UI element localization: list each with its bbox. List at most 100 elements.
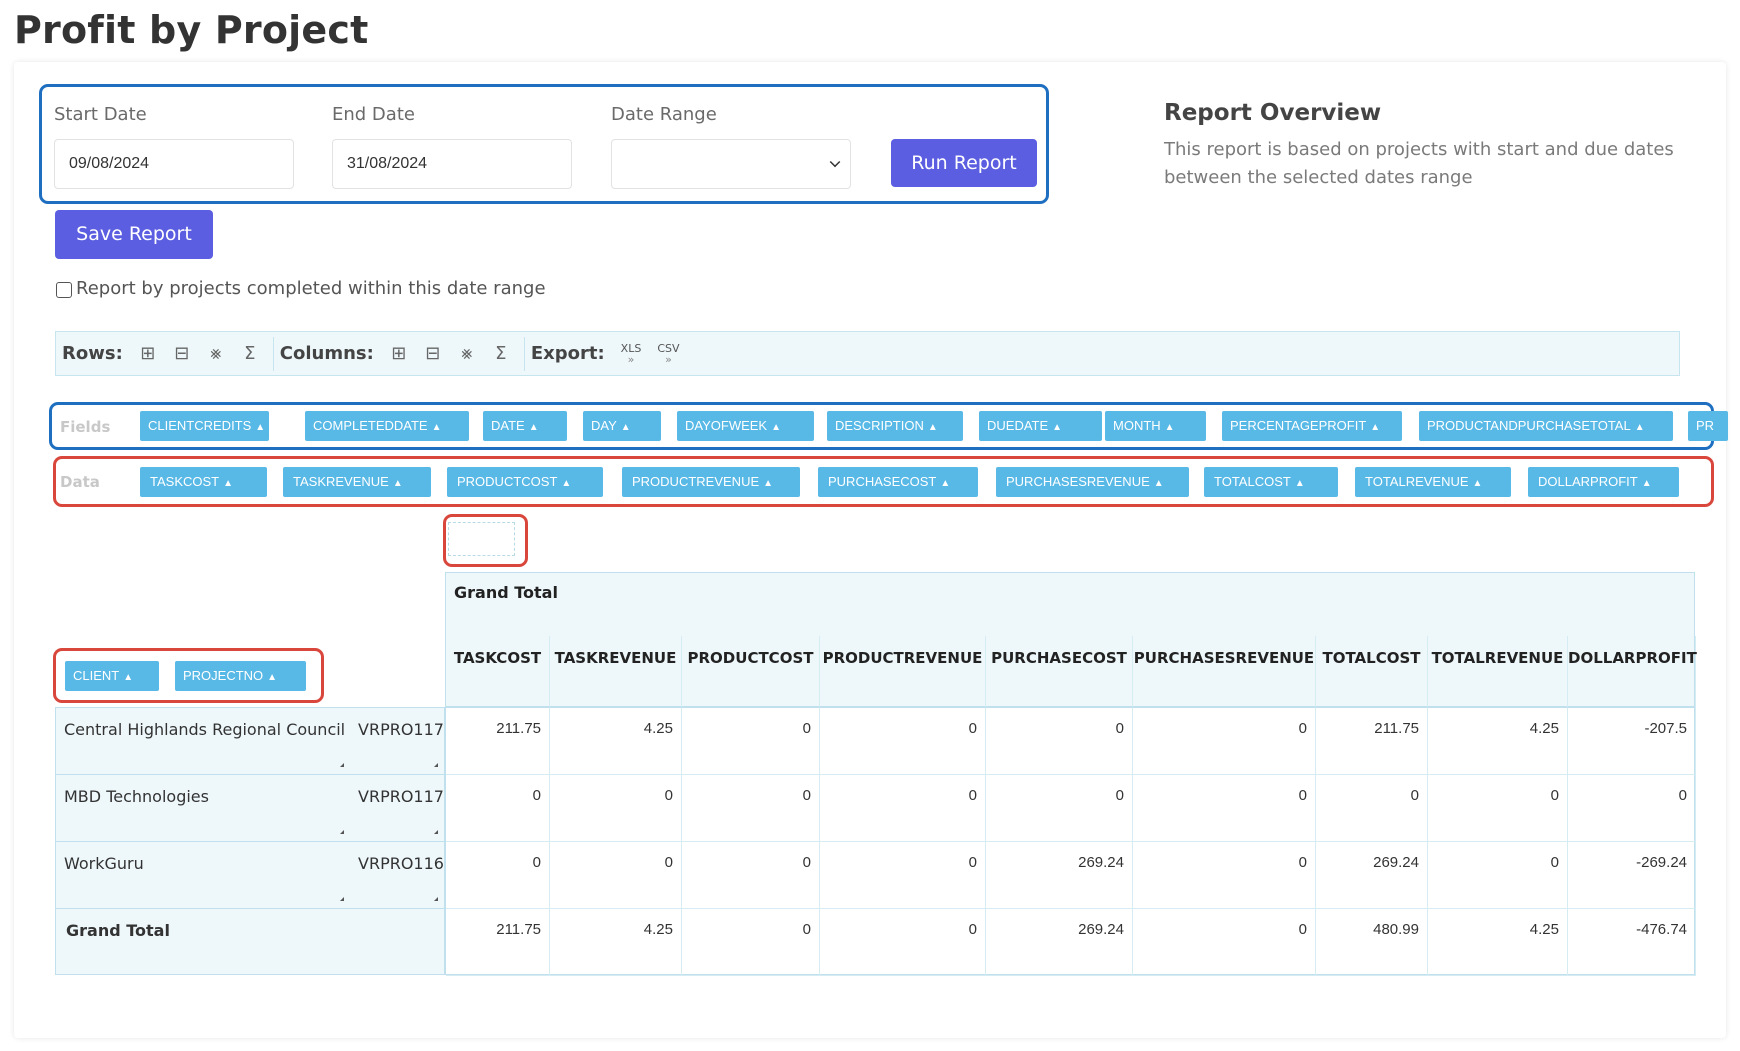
field-chip[interactable]: DAYOFWEEK ▲ — [677, 411, 814, 441]
pivot-table: Grand Total TASKCOST TASKREVENUE PRODUCTCO… — [55, 572, 1697, 976]
value-cell: 0 — [820, 775, 986, 842]
column-header[interactable]: PURCHASESREVENUE — [1133, 636, 1316, 708]
start-date-input[interactable]: 09/08/2024 — [54, 139, 294, 189]
overview-text: This report is based on projects with st… — [1164, 139, 1674, 188]
column-header[interactable]: TOTALCOST — [1316, 636, 1428, 708]
fields-row-label: Fields — [60, 418, 111, 436]
sort-arrow-icon: ▲ — [940, 478, 951, 489]
data-chip[interactable]: TASKREVENUE ▲ — [283, 467, 431, 497]
columns-sum-icon[interactable]: Σ — [488, 341, 514, 367]
field-chip[interactable]: PERCENTAGEPROFIT ▲ — [1222, 411, 1402, 441]
export-xls-button[interactable]: XLS » — [621, 343, 642, 365]
resize-handle-icon[interactable] — [434, 763, 438, 767]
column-header[interactable]: DOLLARPROFIT — [1568, 636, 1697, 708]
rows-chart-icon[interactable]: ⨳ — [203, 341, 229, 367]
value-cell: 0 — [986, 708, 1133, 775]
data-chip[interactable]: TOTALCOST ▲ — [1204, 467, 1338, 497]
data-chip[interactable]: PURCHASESREVENUE ▲ — [996, 467, 1189, 497]
data-chip-label: TASKCOST — [150, 474, 220, 489]
value-cell: 4.25 — [550, 708, 682, 775]
sort-arrow-icon: ▲ — [528, 422, 539, 433]
client-cell: MBD Technologies — [64, 787, 209, 806]
total-value-cell: 4.25 — [550, 909, 682, 976]
field-chip[interactable]: COMPLETEDDATE ▲ — [305, 411, 469, 441]
page-title: Profit by Project — [14, 8, 369, 52]
value-cell: 0 — [550, 775, 682, 842]
data-chip[interactable]: PURCHASECOST ▲ — [818, 467, 978, 497]
value-cell: -207.5 — [1568, 708, 1696, 775]
data-chip[interactable]: TASKCOST ▲ — [140, 467, 267, 497]
total-value-cell: -476.74 — [1568, 909, 1696, 976]
field-chip-label: PRODUCTANDPURCHASETOTAL — [1427, 418, 1631, 433]
field-chip-label: COMPLETEDDATE — [313, 418, 428, 433]
resize-handle-icon[interactable] — [340, 830, 344, 834]
data-chip[interactable]: PRODUCTREVENUE ▲ — [622, 467, 800, 497]
xls-label: XLS — [620, 341, 642, 355]
sort-arrow-icon: ▲ — [1634, 422, 1645, 433]
field-chip[interactable]: MONTH ▲ — [1105, 411, 1206, 441]
sort-arrow-icon: ▲ — [1370, 422, 1381, 433]
field-chip[interactable]: PR — [1688, 411, 1728, 441]
field-chip-label: DESCRIPTION — [835, 418, 924, 433]
column-header[interactable]: PRODUCTREVENUE — [820, 636, 986, 708]
value-cell: 0 — [550, 842, 682, 909]
total-value-cell: 0 — [820, 909, 986, 976]
total-value-cell: 4.25 — [1428, 909, 1568, 976]
value-cell: -269.24 — [1568, 842, 1696, 909]
toolbar-divider — [272, 336, 274, 371]
resize-handle-icon[interactable] — [340, 763, 344, 767]
export-csv-button[interactable]: CSV » — [657, 343, 679, 365]
data-chip-label: TASKREVENUE — [293, 474, 389, 489]
value-cell: 0 — [1133, 842, 1316, 909]
column-header[interactable]: PRODUCTCOST — [682, 636, 820, 708]
field-chip-label: PR — [1696, 418, 1715, 433]
columns-chart-icon[interactable]: ⨳ — [454, 341, 480, 367]
expand-columns-icon[interactable]: ⊞ — [386, 341, 412, 367]
value-cell: 0 — [682, 775, 820, 842]
column-header[interactable]: PURCHASECOST — [986, 636, 1133, 708]
total-value-cell: 0 — [682, 909, 820, 976]
value-cell: 269.24 — [986, 842, 1133, 909]
total-value-cell: 480.99 — [1316, 909, 1428, 976]
resize-handle-icon[interactable] — [434, 830, 438, 834]
columns-dropzone[interactable] — [448, 522, 515, 556]
field-chip[interactable]: DAY ▲ — [583, 411, 661, 441]
sort-arrow-icon: ▲ — [1153, 478, 1164, 489]
rows-sum-icon[interactable]: Σ — [237, 341, 263, 367]
column-header[interactable]: TOTALREVENUE — [1428, 636, 1568, 708]
start-date-label: Start Date — [54, 104, 147, 125]
field-chip-label: PERCENTAGEPROFIT — [1230, 418, 1367, 433]
value-cell: 4.25 — [1428, 708, 1568, 775]
column-header[interactable]: TASKREVENUE — [550, 636, 682, 708]
expand-rows-icon[interactable]: ⊞ — [135, 341, 161, 367]
field-chip[interactable]: CLIENTCREDITS ▲ — [140, 411, 269, 441]
field-chip[interactable]: DESCRIPTION ▲ — [827, 411, 963, 441]
field-chip[interactable]: PRODUCTANDPURCHASETOTAL ▲ — [1419, 411, 1673, 441]
save-report-button[interactable]: Save Report — [55, 210, 213, 259]
date-range-select[interactable] — [611, 139, 851, 189]
data-chip-label: PURCHASECOST — [828, 474, 937, 489]
data-chip[interactable]: TOTALREVENUE ▲ — [1355, 467, 1511, 497]
collapse-columns-icon[interactable]: ⊟ — [420, 341, 446, 367]
resize-handle-icon[interactable] — [340, 897, 344, 901]
data-chip[interactable]: PRODUCTCOST ▲ — [447, 467, 603, 497]
end-date-input[interactable]: 31/08/2024 — [332, 139, 572, 189]
completed-checkbox[interactable] — [56, 282, 72, 298]
run-report-button[interactable]: Run Report — [891, 139, 1037, 187]
value-cell: 0 — [1428, 775, 1568, 842]
sort-arrow-icon: ▲ — [1294, 478, 1305, 489]
data-chip-label: TOTALCOST — [1214, 474, 1291, 489]
resize-handle-icon[interactable] — [434, 897, 438, 901]
project-cell: VRPRO1169 — [358, 854, 455, 873]
field-chip[interactable]: DUEDATE ▲ — [979, 411, 1102, 441]
sort-arrow-icon: ▲ — [1641, 478, 1652, 489]
rows-label: Rows: — [62, 343, 123, 364]
data-row-label: Data — [60, 473, 100, 491]
field-chip[interactable]: DATE ▲ — [483, 411, 567, 441]
data-chip-label: PRODUCTREVENUE — [632, 474, 760, 489]
collapse-rows-icon[interactable]: ⊟ — [169, 341, 195, 367]
column-header[interactable]: TASKCOST — [446, 636, 550, 708]
sort-arrow-icon: ▲ — [771, 422, 782, 433]
field-chip-label: DAYOFWEEK — [685, 418, 768, 433]
data-chip[interactable]: DOLLARPROFIT ▲ — [1528, 467, 1679, 497]
